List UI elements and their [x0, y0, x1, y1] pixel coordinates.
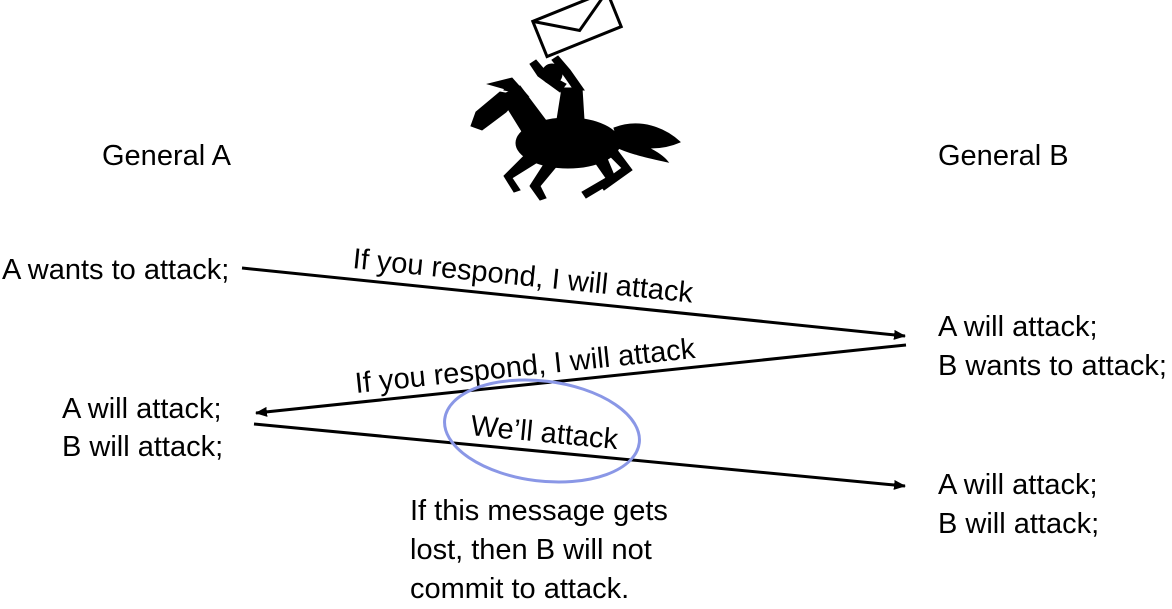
two-generals-diagram: General A General B A wants to attack; A… — [2, 0, 1167, 605]
general-a-initial-state: A wants to attack; — [2, 254, 229, 286]
general-a-state-line-2: B will attack; — [62, 431, 223, 463]
general-a-title: General A — [102, 140, 232, 172]
general-b-state-1-line-2: B wants to attack; — [938, 350, 1167, 382]
horse-rider-icon — [470, 55, 681, 201]
general-a-state-line-1: A will attack; — [62, 393, 222, 425]
message-label-first: If you respond, I will attack — [351, 243, 695, 309]
envelope-icon — [530, 0, 624, 59]
general-b-state-2-line-2: B will attack; — [938, 508, 1099, 540]
message-label-third: We’ll attack — [469, 410, 620, 456]
general-b-state-1-line-1: A will attack; — [938, 311, 1098, 343]
message-label-second: If you respond, I will attack — [353, 333, 697, 400]
general-b-title: General B — [938, 140, 1069, 172]
general-b-state-2-line-1: A will attack; — [938, 469, 1098, 501]
note-line-3: commit to attack. — [410, 573, 629, 605]
note-line-1: If this message gets — [410, 495, 668, 527]
note-line-2: lost, then B will not — [410, 534, 652, 566]
